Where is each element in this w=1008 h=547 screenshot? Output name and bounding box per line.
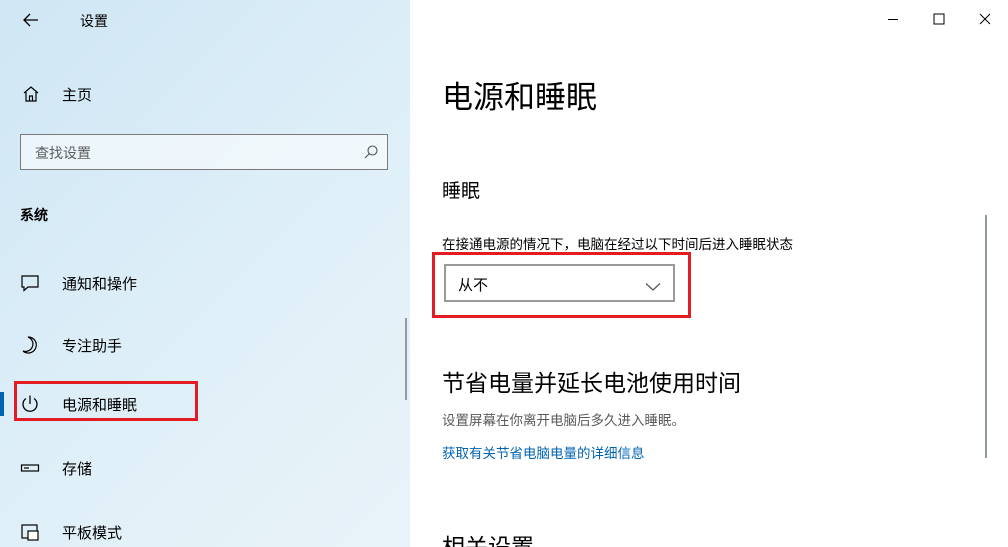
battery-description: 设置屏幕在你离开电脑后多久进入睡眠。 [442,413,685,429]
sidebar-scrollbar[interactable] [405,318,407,400]
maximize-button[interactable] [916,0,962,38]
sidebar-item-label: 平板模式 [62,524,123,542]
tablet-mode-icon [20,522,40,542]
annotation-highlight-box [14,381,198,421]
moon-icon [20,335,40,355]
minimize-icon [888,19,898,20]
close-button[interactable] [962,0,1008,38]
maximize-icon [933,13,945,25]
battery-info-link[interactable]: 获取有关节省电脑电量的详细信息 [442,442,645,462]
arrow-left-icon [23,13,38,27]
active-indicator [0,392,4,416]
title-bar: 设置 [0,0,410,40]
window-controls [870,0,1008,38]
related-settings-heading: 相关设置 [442,528,534,547]
sidebar-item-notifications[interactable]: 通知和操作 [0,263,410,303]
sidebar: 设置 主页 查找设置 系统 通知和操作 专注助手 电源和睡眠 存储 平板模式 [0,0,410,547]
sidebar-item-label: 主页 [62,86,93,104]
main-scrollbar[interactable] [985,215,987,458]
sidebar-item-label: 专注助手 [62,337,123,355]
notification-icon [20,273,40,293]
sidebar-item-label: 通知和操作 [62,275,138,293]
sidebar-item-storage[interactable]: 存储 [0,448,410,488]
sidebar-item-tablet-mode[interactable]: 平板模式 [0,512,410,547]
section-title: 系统 [20,208,48,224]
minimize-button[interactable] [870,0,916,38]
storage-icon [20,458,40,478]
sidebar-item-home[interactable]: 主页 [0,76,410,112]
battery-heading: 节省电量并延长电池使用时间 [442,371,741,397]
sidebar-item-label: 存储 [62,460,93,478]
home-icon [22,85,40,107]
sidebar-item-focus-assist[interactable]: 专注助手 [0,325,410,365]
search-icon[interactable] [363,144,379,164]
annotation-highlight-box [432,252,691,318]
app-title: 设置 [80,14,108,30]
search-input[interactable]: 查找设置 [20,134,388,170]
back-button[interactable] [14,6,48,34]
close-icon [979,13,991,25]
page-title: 电源和睡眠 [442,80,597,116]
sleep-description: 在接通电源的情况下，电脑在经过以下时间后进入睡眠状态 [442,237,793,253]
search-placeholder: 查找设置 [35,146,91,162]
main-content: 电源和睡眠 睡眠 在接通电源的情况下，电脑在经过以下时间后进入睡眠状态 从不 节… [410,0,1008,547]
sleep-heading: 睡眠 [442,180,481,202]
